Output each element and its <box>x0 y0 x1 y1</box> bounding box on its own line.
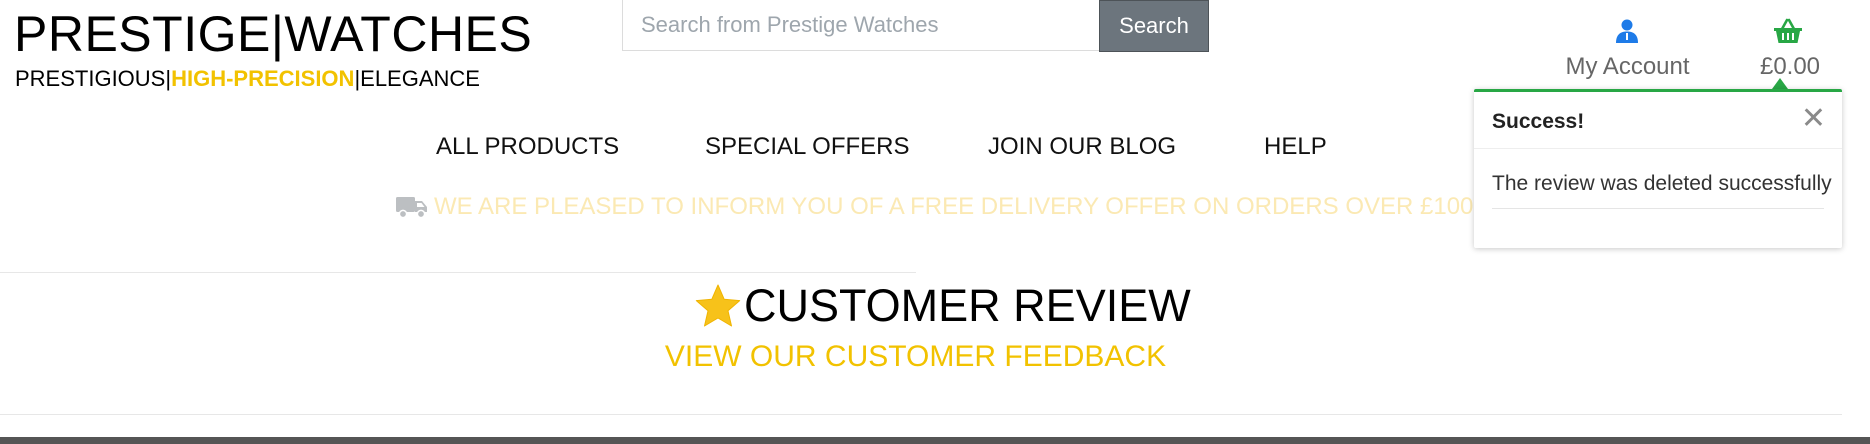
scrollbar-track[interactable] <box>1858 0 1870 437</box>
tagline-part-2: |ELEGANCE <box>354 66 480 91</box>
brand-tagline: PRESTIGIOUS|HIGH-PRECISION|ELEGANCE <box>15 66 480 92</box>
nav-all-products[interactable]: ALL PRODUCTS <box>436 133 619 161</box>
my-account-link[interactable]: My Account <box>1550 53 1705 81</box>
nav-special-offers[interactable]: SPECIAL OFFERS <box>705 133 910 161</box>
announcement-text: WE ARE PLEASED TO INFORM YOU OF A FREE D… <box>434 193 1501 220</box>
section-title-text: CUSTOMER REVIEW <box>744 280 1191 331</box>
toast-title: Success! <box>1492 110 1585 133</box>
toast-header: Success! ✕ <box>1474 92 1842 149</box>
close-icon[interactable]: ✕ <box>1801 104 1826 134</box>
nav-help[interactable]: HELP <box>1264 133 1327 161</box>
cart-total[interactable]: £0.00 <box>1745 53 1835 81</box>
brand-title[interactable]: PRESTIGE|WATCHES <box>14 4 532 64</box>
delivery-announcement: WE ARE PLEASED TO INFORM YOU OF A FREE D… <box>396 190 1500 224</box>
basket-icon[interactable] <box>1773 18 1803 44</box>
search-input[interactable] <box>622 0 1100 51</box>
success-toast: Success! ✕ The review was deleted succes… <box>1474 89 1842 248</box>
toast-message: The review was deleted successfully <box>1492 172 1832 209</box>
divider-bottom <box>0 414 1842 415</box>
toast-arrow <box>1772 78 1788 89</box>
tagline-accent: HIGH-PRECISION <box>171 66 355 91</box>
search-button[interactable]: Search <box>1099 0 1209 52</box>
user-icon[interactable] <box>1614 18 1640 44</box>
divider-top <box>0 272 916 273</box>
delivery-truck-icon <box>396 197 427 219</box>
tagline-part-1: PRESTIGIOUS| <box>15 66 172 91</box>
section-title: CUSTOMER REVIEW <box>694 278 1191 334</box>
footer-strip <box>0 437 1870 444</box>
customer-feedback-link[interactable]: VIEW OUR CUSTOMER FEEDBACK <box>600 340 1231 374</box>
star-icon <box>695 284 741 327</box>
nav-join-our-blog[interactable]: JOIN OUR BLOG <box>988 133 1176 161</box>
